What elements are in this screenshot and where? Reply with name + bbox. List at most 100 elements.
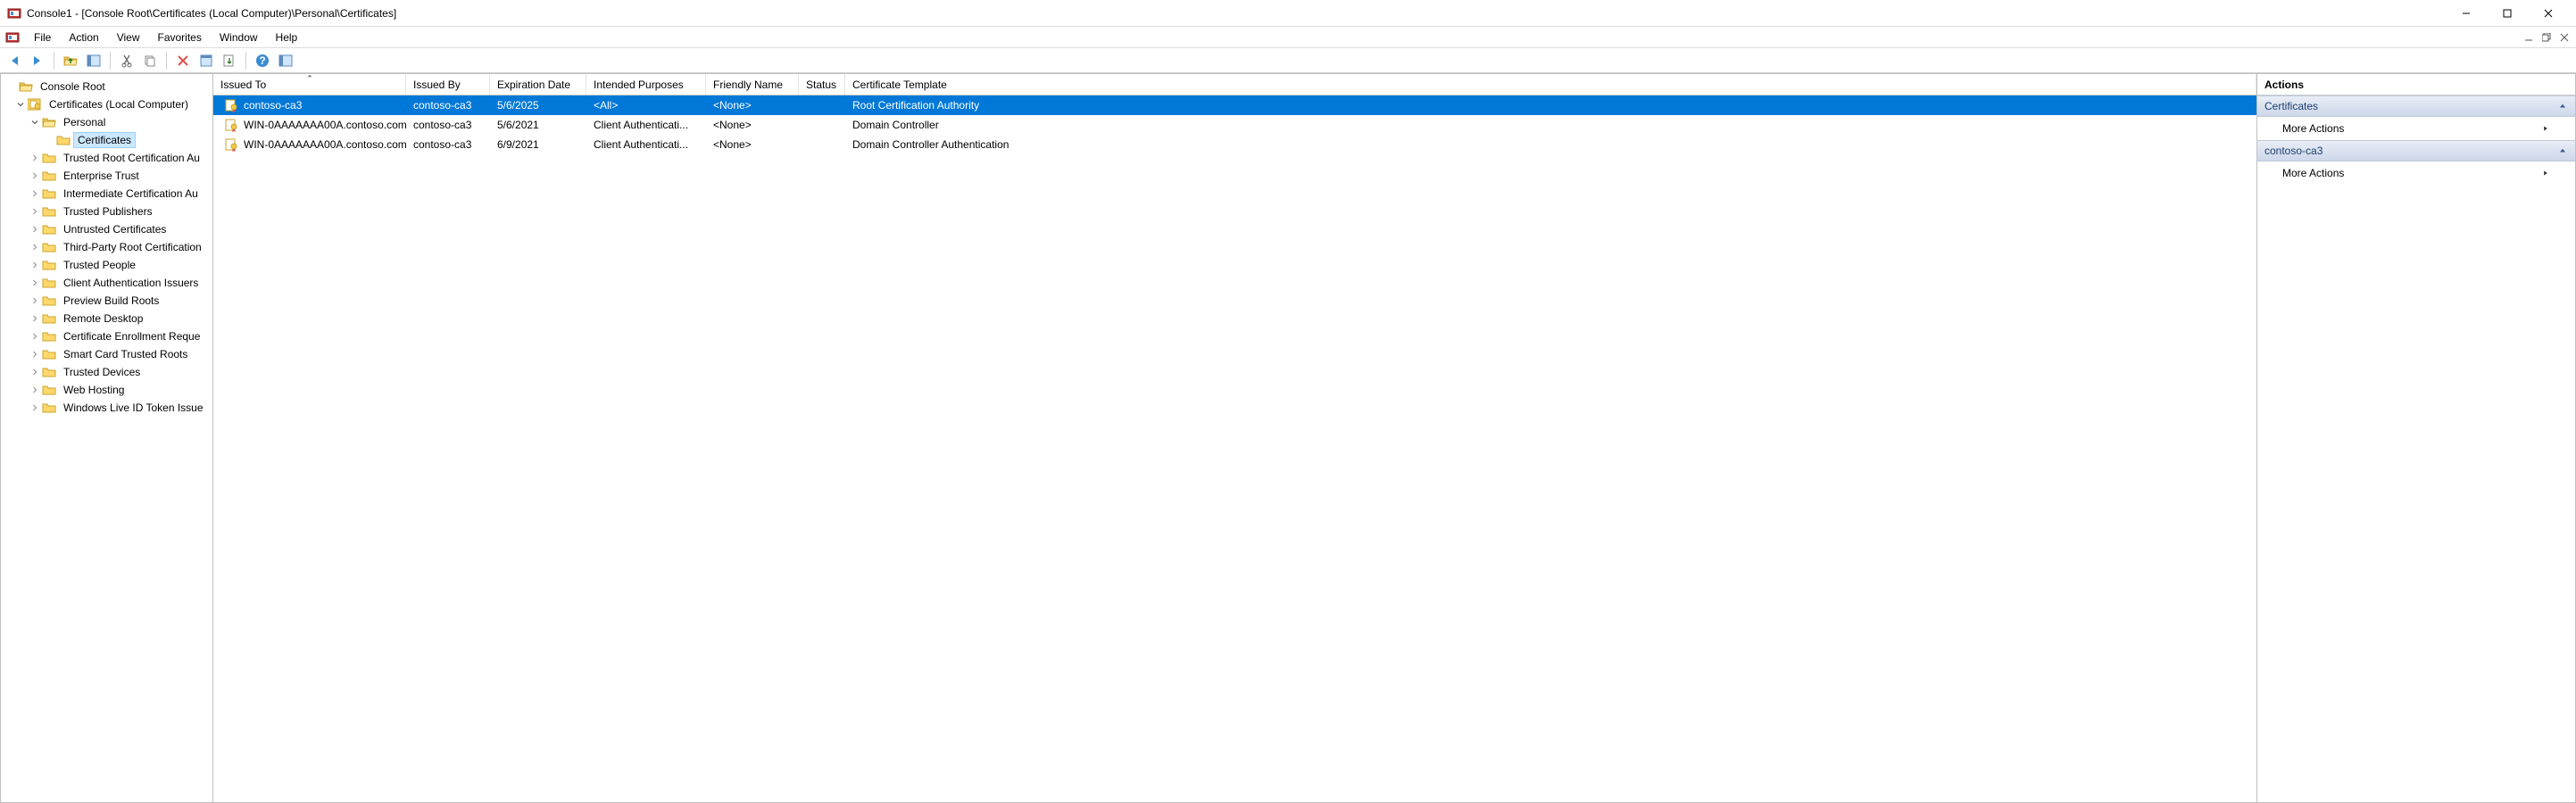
folder-icon [56, 133, 71, 147]
delete-button[interactable] [172, 50, 194, 71]
cell-issued-by: contoso-ca3 [406, 119, 490, 131]
mdi-restore-button[interactable] [2539, 29, 2555, 46]
collapse-icon [2557, 145, 2568, 156]
tree-node[interactable]: Remote Desktop [1, 310, 212, 327]
tree-node[interactable]: Trusted Publishers [1, 203, 212, 220]
actions-more-selected[interactable]: More Actions [2257, 161, 2575, 185]
cell-intended: Client Authenticati... [586, 119, 706, 131]
tree-node[interactable]: Preview Build Roots [1, 292, 212, 310]
tree-node[interactable]: Trusted Devices [1, 363, 212, 381]
col-header-intended[interactable]: Intended Purposes [586, 74, 706, 95]
tree-pane[interactable]: Console Root Certificates (Local Compute… [1, 74, 213, 802]
tree-node[interactable]: Trusted People [1, 256, 212, 274]
export-list-button[interactable] [219, 50, 240, 71]
folder-icon [42, 276, 56, 290]
show-hide-action-pane-button[interactable] [275, 50, 296, 71]
menu-window[interactable]: Window [211, 29, 267, 46]
tree-node[interactable]: Web Hosting [1, 381, 212, 399]
tree-label: Preview Build Roots [60, 294, 162, 308]
mdi-close-button[interactable] [2556, 29, 2572, 46]
cut-button[interactable] [116, 50, 137, 71]
chevron-right-icon [29, 331, 40, 342]
chevron-right-icon [29, 206, 40, 217]
window-title: Console1 - [Console Root\Certificates (L… [27, 7, 2446, 20]
nav-back-button[interactable] [4, 50, 25, 71]
maximize-button[interactable] [2487, 0, 2528, 27]
tree-node[interactable]: Third-Party Root Certification [1, 238, 212, 256]
minimize-button[interactable] [2446, 0, 2487, 27]
tree-label: Personal [60, 115, 109, 129]
tree-label: Third-Party Root Certification [60, 240, 205, 254]
mdi-minimize-button[interactable] [2521, 29, 2537, 46]
list-header: Issued To Issued By Expiration Date Inte… [213, 74, 2256, 95]
tree-label: Web Hosting [60, 383, 128, 397]
folder-icon [42, 294, 56, 308]
menu-file[interactable]: File [25, 29, 60, 46]
sort-asc-icon [305, 73, 314, 79]
chevron-right-icon [29, 242, 40, 252]
table-row[interactable]: WIN-0AAAAAAA00A.contoso.comcontoso-ca36/… [213, 135, 2256, 154]
tree-node-console-root[interactable]: Console Root [1, 78, 212, 95]
menu-help[interactable]: Help [267, 29, 307, 46]
tree-node[interactable]: Untrusted Certificates [1, 220, 212, 238]
up-one-level-button[interactable] [60, 50, 81, 71]
tree-node[interactable]: Smart Card Trusted Roots [1, 345, 212, 363]
certificate-icon [224, 98, 238, 112]
cell-expiration: 5/6/2021 [490, 119, 586, 131]
tree-label: Enterprise Trust [60, 169, 143, 183]
cell-issued-to: WIN-0AAAAAAA00A.contoso.com [244, 119, 406, 131]
tree-node[interactable]: Intermediate Certification Au [1, 185, 212, 203]
tree-node[interactable]: Client Authentication Issuers [1, 274, 212, 292]
tree-node[interactable]: Certificate Enrollment Reque [1, 327, 212, 345]
cell-issued-to: contoso-ca3 [244, 99, 302, 112]
cell-friendly: <None> [706, 99, 799, 112]
tree-node[interactable]: Enterprise Trust [1, 167, 212, 185]
properties-button[interactable] [195, 50, 217, 71]
doc-icon [5, 30, 20, 45]
tree-node-certificates[interactable]: Certificates [1, 131, 212, 149]
folder-icon [42, 329, 56, 344]
chevron-down-icon [29, 117, 40, 128]
tree-node-personal[interactable]: Personal [1, 113, 212, 131]
col-header-issued-to[interactable]: Issued To [213, 74, 406, 95]
cell-friendly: <None> [706, 138, 799, 151]
folder-icon [42, 115, 56, 129]
tree-label: Trusted Devices [60, 365, 144, 379]
folder-icon [42, 347, 56, 361]
copy-button[interactable] [139, 50, 161, 71]
tree-label: Console Root [37, 79, 109, 94]
tree-node[interactable]: Trusted Root Certification Au [1, 149, 212, 167]
folder-icon [42, 186, 56, 201]
menu-favorites[interactable]: Favorites [149, 29, 211, 46]
chevron-right-icon [29, 188, 40, 199]
tree-node[interactable]: Windows Live ID Token Issue [1, 399, 212, 417]
col-header-template[interactable]: Certificate Template [845, 74, 2256, 95]
table-row[interactable]: WIN-0AAAAAAA00A.contoso.comcontoso-ca35/… [213, 115, 2256, 135]
actions-more-certificates[interactable]: More Actions [2257, 117, 2575, 140]
chevron-right-icon [29, 313, 40, 324]
close-button[interactable] [2528, 0, 2569, 27]
list-body[interactable]: contoso-ca3contoso-ca35/6/2025<All><None… [213, 95, 2256, 802]
cell-intended: Client Authenticati... [586, 138, 706, 151]
toolbar [0, 48, 2576, 73]
col-header-expiration[interactable]: Expiration Date [490, 74, 586, 95]
col-header-status[interactable]: Status [799, 74, 845, 95]
table-row[interactable]: contoso-ca3contoso-ca35/6/2025<All><None… [213, 95, 2256, 115]
actions-section-certificates[interactable]: Certificates [2257, 95, 2575, 117]
show-hide-tree-button[interactable] [83, 50, 104, 71]
folder-icon [42, 204, 56, 219]
chevron-right-icon [29, 349, 40, 360]
folder-icon [42, 311, 56, 326]
tree-node-certs-local[interactable]: Certificates (Local Computer) [1, 95, 212, 113]
nav-forward-button[interactable] [27, 50, 48, 71]
menu-action[interactable]: Action [60, 29, 107, 46]
col-header-issued-by[interactable]: Issued By [406, 74, 490, 95]
menu-view[interactable]: View [108, 29, 149, 46]
help-button[interactable] [252, 50, 273, 71]
col-header-friendly[interactable]: Friendly Name [706, 74, 799, 95]
actions-section-selected[interactable]: contoso-ca3 [2257, 140, 2575, 161]
tree-label: Certificates (Local Computer) [46, 97, 192, 112]
actions-title: Actions [2257, 74, 2575, 95]
chevron-right-icon [29, 402, 40, 413]
chevron-right-icon [29, 295, 40, 306]
